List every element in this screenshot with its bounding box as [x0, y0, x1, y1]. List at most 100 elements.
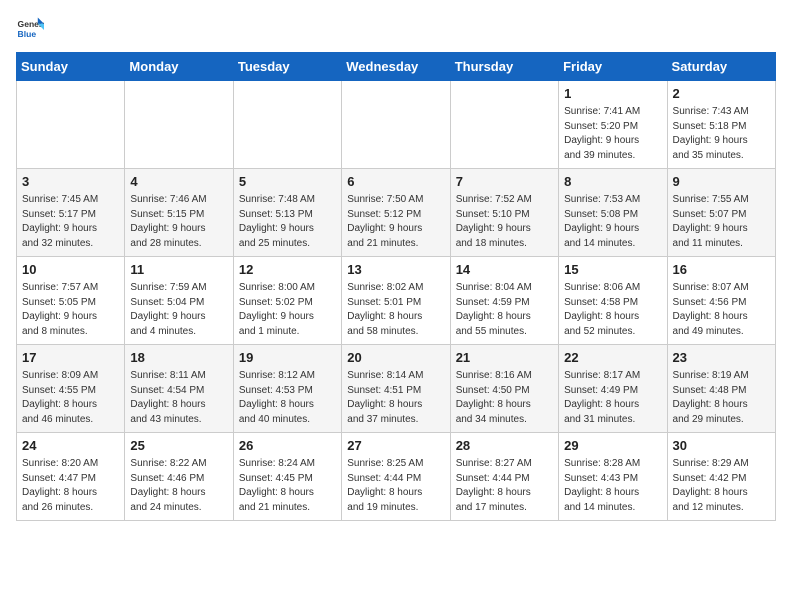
header: General Blue — [16, 16, 776, 44]
calendar-cell: 10 Sunrise: 7:57 AM Sunset: 5:05 PM Dayli… — [17, 257, 125, 345]
day-number: 22 — [564, 349, 661, 367]
calendar-cell: 16Sunrise: 8:07 AM Sunset: 4:56 PM Dayli… — [667, 257, 775, 345]
day-number: 13 — [347, 261, 444, 279]
svg-text:Blue: Blue — [18, 29, 37, 39]
day-info: Sunrise: 8:28 AM Sunset: 4:43 PM Dayligh… — [564, 457, 661, 515]
calendar-cell: 6 Sunrise: 7:50 AM Sunset: 5:12 PM Daylig… — [342, 169, 450, 257]
day-number: 28 — [456, 437, 553, 455]
logo: General Blue — [16, 16, 47, 44]
calendar-cell: 11 Sunrise: 7:59 AM Sunset: 5:04 PM Dayli… — [125, 257, 233, 345]
day-number: 9 — [673, 173, 770, 191]
day-number: 8 — [564, 173, 661, 191]
day-info: Sunrise: 7:52 AM Sunset: 5:10 PM Dayligh… — [456, 193, 553, 251]
weekday-header-row: SundayMondayTuesdayWednesdayThursdayFrid… — [17, 53, 776, 81]
calendar-week-3: 17 Sunrise: 8:09 AM Sunset: 4:55 PM Dayli… — [17, 345, 776, 433]
day-number: 4 — [130, 173, 227, 191]
day-number: 24 — [22, 437, 119, 455]
day-number: 1 — [564, 85, 661, 103]
calendar-cell: 21 Sunrise: 8:16 AM Sunset: 4:50 PM Dayli… — [450, 345, 558, 433]
calendar-cell: 24 Sunrise: 8:20 AM Sunset: 4:47 PM Dayli… — [17, 433, 125, 521]
day-info: Sunrise: 8:19 AM Sunset: 4:48 PM Dayligh… — [673, 369, 770, 427]
day-info: Sunrise: 8:16 AM Sunset: 4:50 PM Dayligh… — [456, 369, 553, 427]
day-number: 6 — [347, 173, 444, 191]
weekday-header-saturday: Saturday — [667, 53, 775, 81]
page: General Blue SundayMondayTuesdayWednesda… — [0, 0, 792, 531]
calendar-cell: 22Sunrise: 8:17 AM Sunset: 4:49 PM Dayli… — [559, 345, 667, 433]
calendar-cell: 3Sunrise: 7:45 AM Sunset: 5:17 PM Daylig… — [17, 169, 125, 257]
day-number: 15 — [564, 261, 661, 279]
day-number: 11 — [130, 261, 227, 279]
day-number: 7 — [456, 173, 553, 191]
day-info: Sunrise: 8:09 AM Sunset: 4:55 PM Dayligh… — [22, 369, 119, 427]
calendar-cell: 20 Sunrise: 8:14 AM Sunset: 4:51 PM Dayli… — [342, 345, 450, 433]
day-info: Sunrise: 8:04 AM Sunset: 4:59 PM Dayligh… — [456, 281, 553, 339]
day-info: Sunrise: 8:12 AM Sunset: 4:53 PM Dayligh… — [239, 369, 336, 427]
day-info: Sunrise: 7:55 AM Sunset: 5:07 PM Dayligh… — [673, 193, 770, 251]
day-info: Sunrise: 7:59 AM Sunset: 5:04 PM Dayligh… — [130, 281, 227, 339]
day-info: Sunrise: 8:00 AM Sunset: 5:02 PM Dayligh… — [239, 281, 336, 339]
calendar-cell — [342, 81, 450, 169]
day-number: 25 — [130, 437, 227, 455]
calendar-cell: 14 Sunrise: 8:04 AM Sunset: 4:59 PM Dayli… — [450, 257, 558, 345]
calendar-cell: 27Sunrise: 8:25 AM Sunset: 4:44 PM Dayli… — [342, 433, 450, 521]
day-number: 10 — [22, 261, 119, 279]
day-number: 26 — [239, 437, 336, 455]
day-info: Sunrise: 7:57 AM Sunset: 5:05 PM Dayligh… — [22, 281, 119, 339]
day-number: 14 — [456, 261, 553, 279]
day-info: Sunrise: 8:29 AM Sunset: 4:42 PM Dayligh… — [673, 457, 770, 515]
day-number: 17 — [22, 349, 119, 367]
weekday-header-sunday: Sunday — [17, 53, 125, 81]
calendar-cell: 9 Sunrise: 7:55 AM Sunset: 5:07 PM Daylig… — [667, 169, 775, 257]
calendar-cell: 15 Sunrise: 8:06 AM Sunset: 4:58 PM Dayli… — [559, 257, 667, 345]
weekday-header-friday: Friday — [559, 53, 667, 81]
day-info: Sunrise: 8:11 AM Sunset: 4:54 PM Dayligh… — [130, 369, 227, 427]
calendar-week-0: 1 Sunrise: 7:41 AM Sunset: 5:20 PM Daylig… — [17, 81, 776, 169]
day-number: 29 — [564, 437, 661, 455]
calendar-cell: 7 Sunrise: 7:52 AM Sunset: 5:10 PM Daylig… — [450, 169, 558, 257]
day-number: 21 — [456, 349, 553, 367]
calendar-cell — [125, 81, 233, 169]
calendar-cell: 5 Sunrise: 7:48 AM Sunset: 5:13 PM Daylig… — [233, 169, 341, 257]
day-number: 5 — [239, 173, 336, 191]
calendar-week-1: 3Sunrise: 7:45 AM Sunset: 5:17 PM Daylig… — [17, 169, 776, 257]
calendar-cell — [450, 81, 558, 169]
calendar-cell: 23Sunrise: 8:19 AM Sunset: 4:48 PM Dayli… — [667, 345, 775, 433]
day-number: 12 — [239, 261, 336, 279]
calendar-cell: 13 Sunrise: 8:02 AM Sunset: 5:01 PM Dayli… — [342, 257, 450, 345]
day-number: 2 — [673, 85, 770, 103]
day-number: 30 — [673, 437, 770, 455]
day-info: Sunrise: 7:46 AM Sunset: 5:15 PM Dayligh… — [130, 193, 227, 251]
calendar-cell: 25 Sunrise: 8:22 AM Sunset: 4:46 PM Dayli… — [125, 433, 233, 521]
calendar-cell: 18 Sunrise: 8:11 AM Sunset: 4:54 PM Dayli… — [125, 345, 233, 433]
calendar: SundayMondayTuesdayWednesdayThursdayFrid… — [16, 52, 776, 521]
calendar-cell — [233, 81, 341, 169]
day-number: 19 — [239, 349, 336, 367]
day-info: Sunrise: 7:41 AM Sunset: 5:20 PM Dayligh… — [564, 105, 661, 163]
day-number: 16 — [673, 261, 770, 279]
weekday-header-thursday: Thursday — [450, 53, 558, 81]
day-number: 20 — [347, 349, 444, 367]
calendar-week-4: 24 Sunrise: 8:20 AM Sunset: 4:47 PM Dayli… — [17, 433, 776, 521]
day-info: Sunrise: 8:02 AM Sunset: 5:01 PM Dayligh… — [347, 281, 444, 339]
calendar-cell: 1 Sunrise: 7:41 AM Sunset: 5:20 PM Daylig… — [559, 81, 667, 169]
calendar-week-2: 10 Sunrise: 7:57 AM Sunset: 5:05 PM Dayli… — [17, 257, 776, 345]
day-info: Sunrise: 8:22 AM Sunset: 4:46 PM Dayligh… — [130, 457, 227, 515]
calendar-cell: 12 Sunrise: 8:00 AM Sunset: 5:02 PM Dayli… — [233, 257, 341, 345]
calendar-cell: 30 Sunrise: 8:29 AM Sunset: 4:42 PM Dayli… — [667, 433, 775, 521]
day-info: Sunrise: 8:06 AM Sunset: 4:58 PM Dayligh… — [564, 281, 661, 339]
calendar-cell: 2Sunrise: 7:43 AM Sunset: 5:18 PM Daylig… — [667, 81, 775, 169]
calendar-cell: 29 Sunrise: 8:28 AM Sunset: 4:43 PM Dayli… — [559, 433, 667, 521]
weekday-header-monday: Monday — [125, 53, 233, 81]
day-info: Sunrise: 8:14 AM Sunset: 4:51 PM Dayligh… — [347, 369, 444, 427]
day-info: Sunrise: 7:48 AM Sunset: 5:13 PM Dayligh… — [239, 193, 336, 251]
day-number: 18 — [130, 349, 227, 367]
day-info: Sunrise: 7:53 AM Sunset: 5:08 PM Dayligh… — [564, 193, 661, 251]
calendar-cell: 17 Sunrise: 8:09 AM Sunset: 4:55 PM Dayli… — [17, 345, 125, 433]
weekday-header-wednesday: Wednesday — [342, 53, 450, 81]
day-info: Sunrise: 8:20 AM Sunset: 4:47 PM Dayligh… — [22, 457, 119, 515]
day-info: Sunrise: 8:27 AM Sunset: 4:44 PM Dayligh… — [456, 457, 553, 515]
day-number: 27 — [347, 437, 444, 455]
day-info: Sunrise: 7:45 AM Sunset: 5:17 PM Dayligh… — [22, 193, 119, 251]
day-info: Sunrise: 7:50 AM Sunset: 5:12 PM Dayligh… — [347, 193, 444, 251]
calendar-cell: 4 Sunrise: 7:46 AM Sunset: 5:15 PM Daylig… — [125, 169, 233, 257]
